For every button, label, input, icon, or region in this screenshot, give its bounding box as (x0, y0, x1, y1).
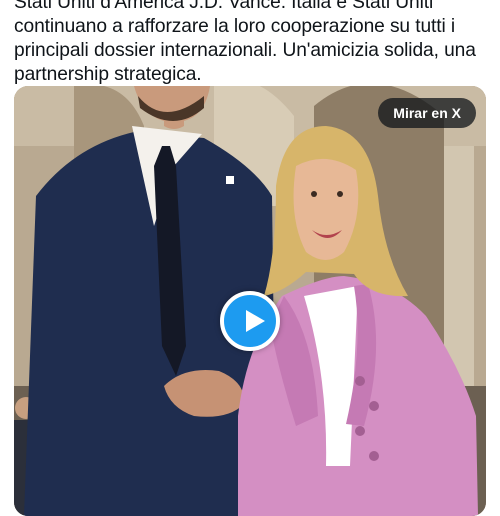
video-player[interactable]: Mirar en X (14, 86, 486, 516)
tweet-text-line: principali dossier internazionali. Un'am… (14, 40, 476, 61)
tweet-text: Stati Uniti d'America J.D. Vance. Italia… (14, 0, 486, 87)
tweet-text-line: partnership strategica. (14, 64, 202, 85)
play-icon[interactable] (220, 291, 280, 351)
tweet-text-line: Stati Uniti d'America J.D. Vance. Italia… (14, 0, 434, 13)
tweet-text-line: continuano a rafforzare la loro cooperaz… (14, 16, 456, 37)
view-on-x-button[interactable]: Mirar en X (378, 98, 476, 128)
